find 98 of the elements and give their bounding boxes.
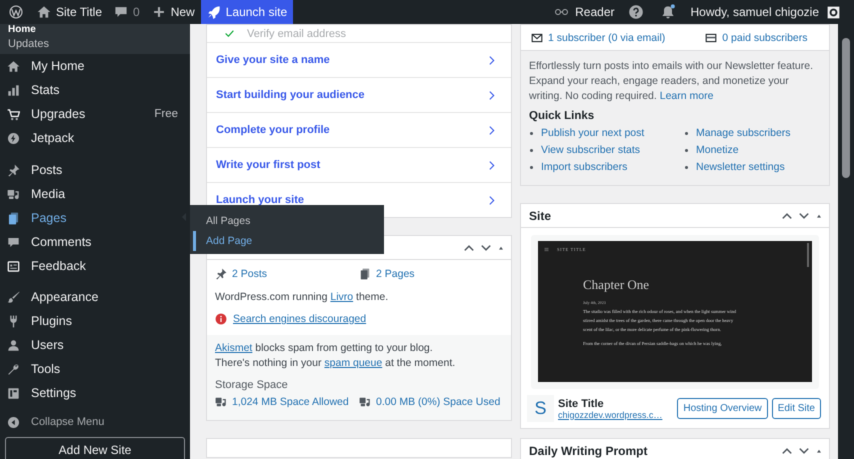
site-name: Site Title [558,398,604,410]
sidebar-item[interactable]: Stats [0,78,190,102]
sidebar-item[interactable]: Upgrades Free [0,102,190,126]
bullet [530,132,533,135]
sidebar-item[interactable]: Pages [0,206,190,230]
posts-count-link[interactable]: 2 Posts [232,268,268,280]
quick-links-title: Quick Links [529,110,596,122]
comments-link[interactable]: 0 [108,0,146,24]
site-title-link[interactable]: Site Title [31,0,108,24]
new-link[interactable]: New [146,0,201,24]
quick-link[interactable]: Newsletter settings [696,160,785,175]
card-icon [705,32,718,44]
site-button[interactable]: Hosting Overview [677,398,768,419]
pin-icon [215,268,227,280]
media-icon [359,396,371,408]
settings-icon [7,386,20,400]
collapse-icon [7,416,20,428]
quick-link[interactable]: Publish your next post [541,126,644,141]
storage-link[interactable]: 1,024 MB Space Allowed [232,396,349,408]
pages-icon [7,212,20,224]
add-new-site-button[interactable]: Add New Site [5,437,185,459]
form-icon [7,260,20,272]
quick-link[interactable]: Import subscribers [541,160,628,175]
bullet [530,166,533,169]
pages-count-link[interactable]: 2 Pages [376,268,415,280]
bar-chart-icon [7,84,20,96]
bell-icon[interactable] [660,4,676,20]
scrollbar[interactable] [838,24,854,459]
storage-link[interactable]: 0.00 MB (0%) Space Used [376,396,500,408]
theme-link[interactable]: Livro [330,291,354,303]
sidebar-item[interactable]: Media [0,182,190,206]
site-icon: S [527,395,554,422]
comment-icon [7,236,20,248]
akismet-note: Akismet blocks spam from getting to your blog. There's nothing in your spam queue at the moment. [215,341,456,371]
checklist-task[interactable]: Write your first post [207,147,511,182]
bolt-icon [7,132,20,144]
warning-icon [215,313,227,325]
checklist-task[interactable]: Complete your profile [207,112,511,147]
spam-queue-link[interactable]: spam queue [324,357,382,369]
preview-heading: Chapter One [583,277,650,293]
learn-more-link[interactable]: Learn more [660,90,714,102]
subscribers-link[interactable]: 1 subscriber (0 via email) [548,32,666,44]
paid-subscribers-link[interactable]: 0 paid subscribers [722,32,808,44]
card-title: Daily Writing Prompt [529,444,648,458]
sidebar-item[interactable]: My Home [0,54,190,78]
site-url-link[interactable]: chigozzdev.wordpress.c… [558,410,662,420]
flyout-item[interactable]: Add Page [193,231,384,251]
pages-icon [359,268,371,280]
launch-site-button[interactable]: Launch site [200,0,294,24]
menu-link[interactable]: Home [0,24,190,35]
quick-link[interactable]: Manage subscribers [696,126,791,141]
sidebar-item[interactable]: Feedback [0,254,190,278]
cart-icon [7,108,20,120]
akismet-link[interactable]: Akismet [215,342,252,354]
bullet [530,149,533,152]
wrench-icon [7,362,20,376]
plus-icon [152,5,166,19]
envelope-icon [531,32,543,44]
brush-icon [7,290,20,304]
quick-link[interactable]: View subscriber stats [541,143,640,158]
sidebar-item[interactable]: Appearance [0,285,190,309]
avatar-icon [827,6,840,18]
sidebar-item[interactable]: Settings [0,381,190,405]
pin-icon [7,164,20,176]
bullet [685,149,688,152]
theme-note: WordPress.com running Livro theme. [215,291,390,303]
rocket-icon [206,5,221,19]
sidebar-item[interactable]: Jetpack [0,126,190,150]
sidebar-item[interactable]: Posts [0,158,190,182]
collapse-menu-button[interactable]: Collapse Menu [0,410,190,434]
search-engines-link[interactable]: Search engines discouraged [233,313,366,325]
sidebar-item[interactable]: Comments [0,230,190,254]
help-icon[interactable] [628,4,644,20]
reader-link[interactable]: Reader [547,0,620,24]
bullet [685,132,688,135]
preview-scrollbar [807,243,809,267]
sidebar-item[interactable]: Users [0,333,190,357]
sidebar-item[interactable]: Tools [0,357,190,381]
bullet [685,166,688,169]
sidebar-item[interactable]: Plugins [0,309,190,333]
checklist-task[interactable]: Give your site a name [207,42,511,77]
comment-icon [114,5,128,19]
submenu-item[interactable]: Updates [0,35,190,53]
storage-title: Storage Space [215,379,289,391]
newsletter-description: Effortlessly turn posts into emails with our Newsletter feature. Expand your reach, engage readers, and monetize your writing. No coding required. Learn more [529,59,814,104]
user-icon [7,338,20,352]
house-icon [7,60,20,72]
media-icon [7,188,20,200]
logo-icon[interactable] [9,5,23,19]
house-icon [37,5,51,19]
checkmark-icon [224,28,235,39]
account-link[interactable]: Howdy, samuel chigozie [684,0,846,24]
media-icon [215,396,227,408]
plan-label: Free [154,108,178,120]
site-button[interactable]: Edit Site [772,398,821,419]
quick-link[interactable]: Monetize [696,143,739,158]
checklist-task[interactable]: Start building your audience [207,77,511,112]
card-title: Site [529,208,552,222]
